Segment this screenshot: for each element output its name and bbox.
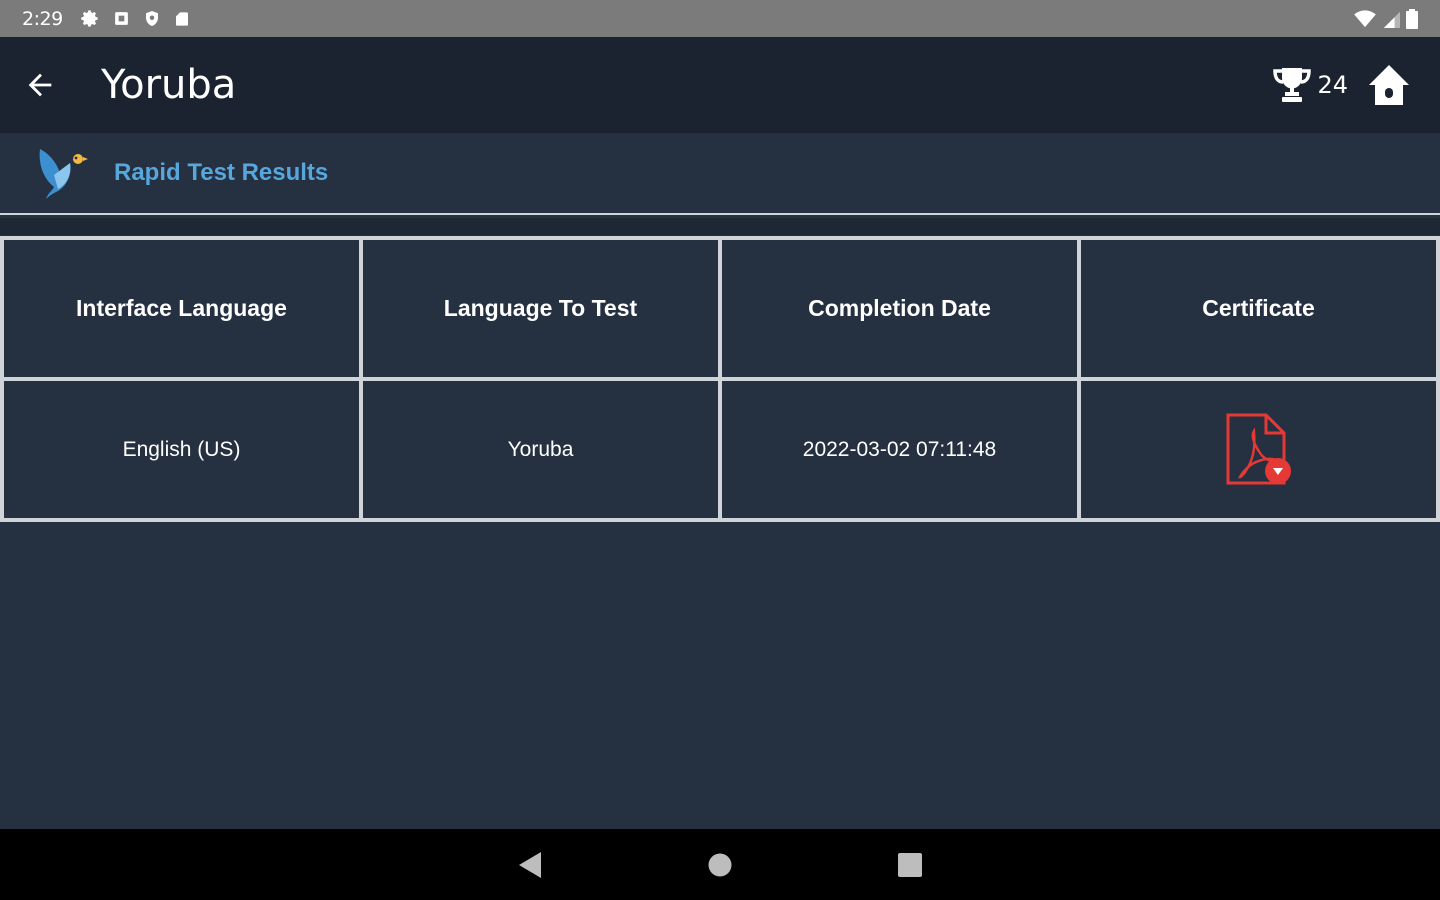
page-title: Yoruba bbox=[101, 62, 237, 108]
back-button[interactable] bbox=[0, 37, 80, 133]
system-nav-bar bbox=[0, 829, 1440, 900]
home-button[interactable] bbox=[1368, 63, 1410, 107]
signal-icon bbox=[1383, 11, 1400, 28]
section-header: Rapid Test Results bbox=[0, 133, 1440, 213]
divider-band bbox=[0, 218, 1440, 235]
nav-back-button[interactable] bbox=[510, 845, 550, 885]
table-cell bbox=[1081, 381, 1436, 518]
wifi-icon bbox=[1354, 9, 1376, 27]
home-icon bbox=[1369, 65, 1409, 105]
shield-icon bbox=[145, 11, 158, 26]
pdf-download-icon bbox=[1226, 413, 1291, 484]
results-table: Interface Language Language To Test Comp… bbox=[0, 236, 1440, 522]
nav-home-icon bbox=[708, 853, 732, 876]
nav-recents-icon bbox=[898, 852, 922, 877]
app-icon bbox=[114, 12, 128, 25]
status-time: 2:29 bbox=[22, 7, 63, 30]
settings-icon bbox=[80, 10, 98, 27]
status-notification-icons bbox=[80, 9, 190, 28]
status-bar: 2:29 bbox=[0, 0, 1440, 37]
header-language-to-test: Language To Test bbox=[443, 295, 638, 321]
cell-completion-date: 2022-03-02 07:11:48 bbox=[802, 437, 997, 461]
trophy-button[interactable]: 24 bbox=[1271, 66, 1348, 104]
header-certificate: Certificate bbox=[1202, 295, 1315, 321]
sd-card-icon bbox=[175, 11, 188, 26]
bird-logo-icon bbox=[39, 149, 88, 199]
section-title: Rapid Test Results bbox=[114, 159, 329, 186]
certificate-download-button[interactable] bbox=[1224, 411, 1294, 489]
app-bar: Yoruba 24 bbox=[0, 37, 1440, 133]
table-header-cell: Certificate bbox=[1081, 240, 1436, 377]
status-system-icons bbox=[1354, 8, 1418, 29]
table-header-cell: Completion Date bbox=[722, 240, 1077, 377]
arrow-left-icon bbox=[28, 73, 52, 97]
header-interface-language: Interface Language bbox=[76, 295, 287, 321]
header-completion-date: Completion Date bbox=[808, 295, 991, 321]
battery-icon bbox=[1406, 8, 1418, 29]
table-cell: Yoruba bbox=[363, 381, 718, 518]
cell-interface-language: English (US) bbox=[122, 437, 241, 461]
cell-language-to-test: Yoruba bbox=[507, 437, 574, 461]
table-header-cell: Interface Language bbox=[4, 240, 359, 377]
trophy-count: 24 bbox=[1317, 71, 1348, 99]
app-bar-actions: 24 bbox=[1271, 63, 1410, 107]
table-cell: English (US) bbox=[4, 381, 359, 518]
nav-back-icon bbox=[519, 851, 541, 878]
table-header-cell: Language To Test bbox=[363, 240, 718, 377]
divider bbox=[0, 213, 1440, 215]
nav-home-button[interactable] bbox=[700, 845, 740, 885]
trophy-icon bbox=[1273, 68, 1312, 102]
table-cell: 2022-03-02 07:11:48 bbox=[722, 381, 1077, 518]
nav-recents-button[interactable] bbox=[890, 845, 930, 885]
